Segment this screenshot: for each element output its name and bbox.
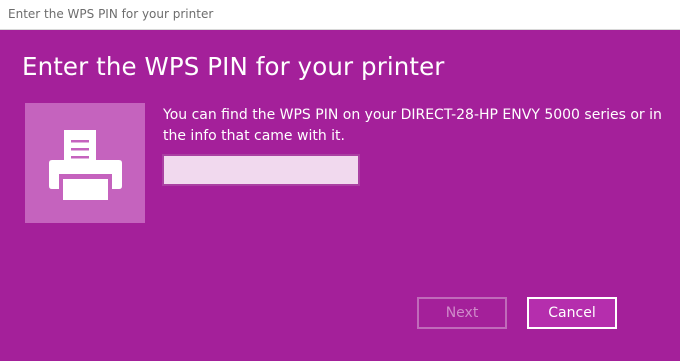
printer-icon bbox=[49, 130, 122, 200]
cancel-button[interactable]: Cancel bbox=[527, 297, 617, 329]
wps-pin-input[interactable] bbox=[162, 154, 360, 186]
next-button[interactable]: Next bbox=[417, 297, 507, 329]
page-title: Enter the WPS PIN for your printer bbox=[22, 52, 445, 81]
wps-pin-dialog: Enter the WPS PIN for your printer You c… bbox=[0, 30, 680, 361]
printer-tile bbox=[25, 103, 145, 223]
window-title: Enter the WPS PIN for your printer bbox=[8, 7, 214, 21]
title-bar: Enter the WPS PIN for your printer bbox=[0, 0, 680, 30]
instruction-text: You can find the WPS PIN on your DIRECT-… bbox=[163, 107, 662, 144]
